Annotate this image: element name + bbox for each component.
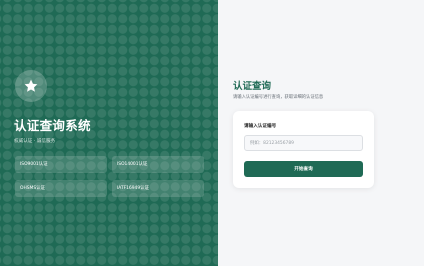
star-icon bbox=[24, 79, 38, 92]
query-button[interactable]: 开始查询 bbox=[244, 161, 363, 177]
page-title: 认证查询 bbox=[233, 81, 272, 92]
cert-item-iatf16949: IATF16949认证 bbox=[112, 180, 204, 197]
cert-number-label: 请输入认证编号 bbox=[244, 124, 277, 129]
brand-panel: 认证查询系统 权威认证 · 诚信服务 ISO9001认证 ISO14001认证 … bbox=[0, 0, 218, 266]
cert-item-iso14001: ISO14001认证 bbox=[112, 156, 204, 173]
cert-item-ohsms: OHSMS认证 bbox=[15, 180, 107, 197]
cert-item-iso9001: ISO9001认证 bbox=[15, 156, 107, 173]
brand-title: 认证查询系统 bbox=[14, 118, 91, 133]
brand-subtitle: 权威认证 · 诚信服务 bbox=[14, 139, 56, 144]
page-subtitle: 请输入认证编号进行查询，获取详细的认证信息 bbox=[233, 95, 324, 100]
logo-badge bbox=[15, 70, 47, 102]
cert-number-input[interactable] bbox=[244, 135, 363, 151]
query-card: 请输入认证编号 开始查询 bbox=[233, 111, 374, 188]
